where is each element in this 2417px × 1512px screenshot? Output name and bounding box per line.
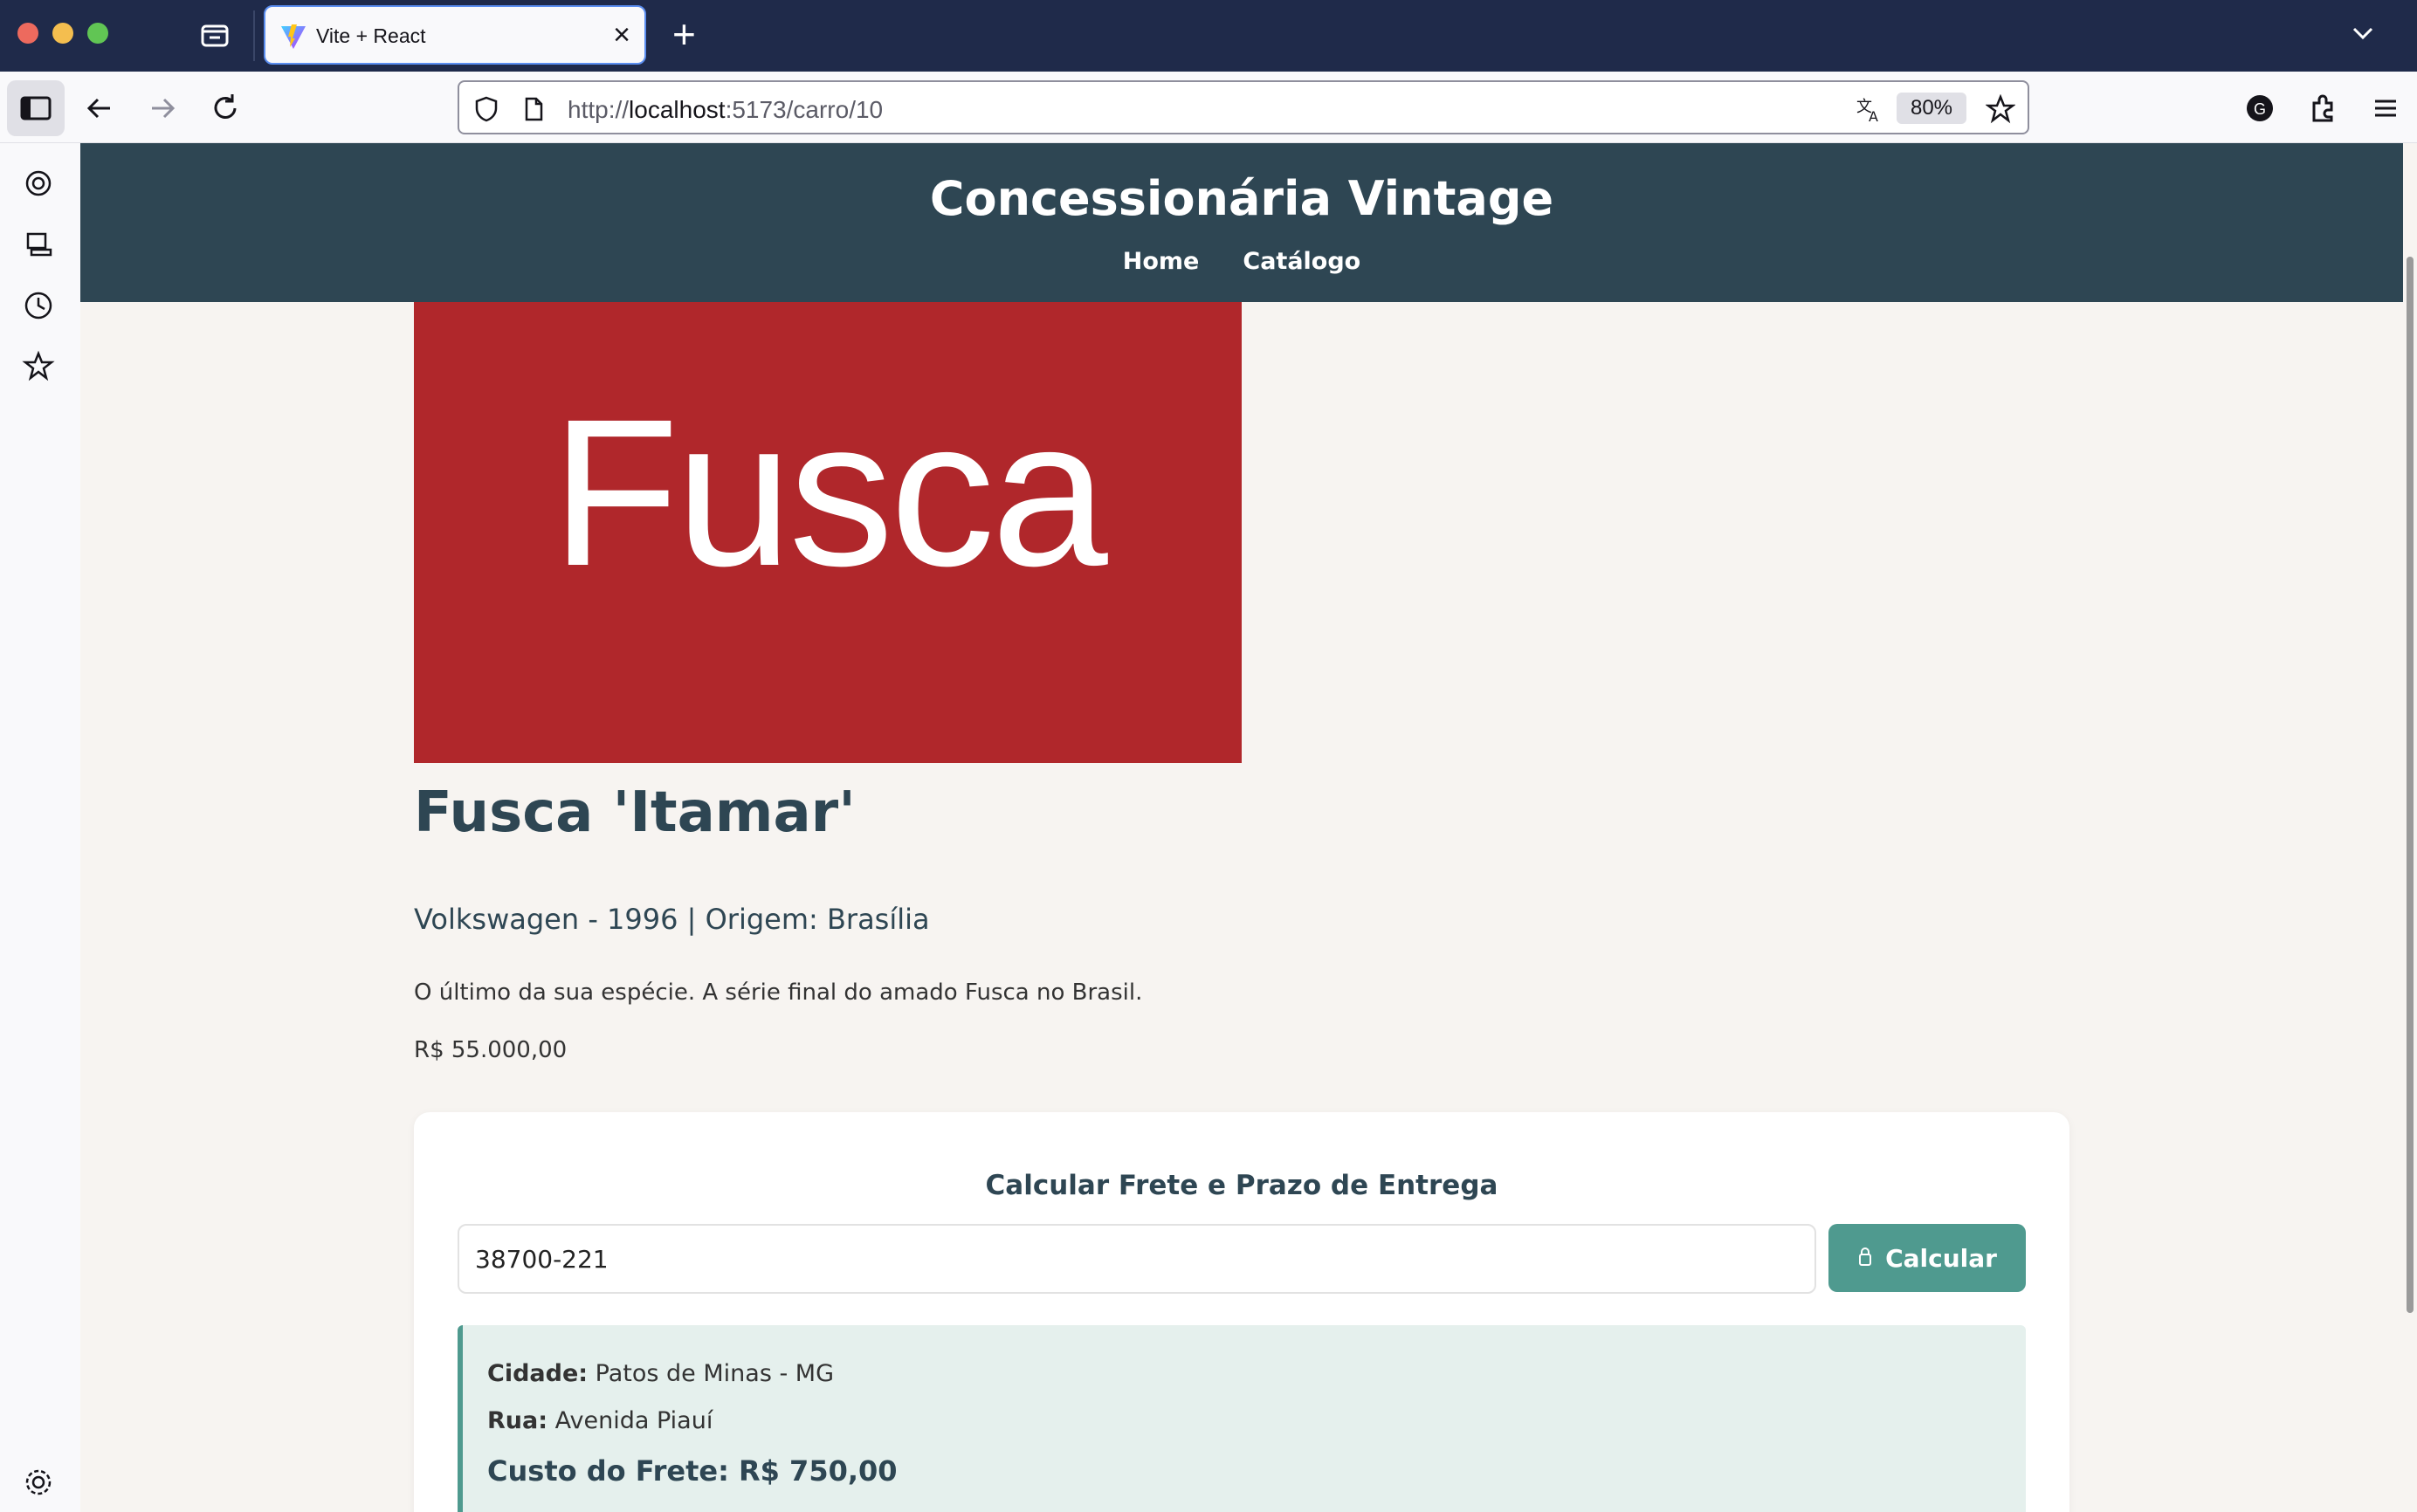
tab-title: Vite + React xyxy=(316,24,426,47)
frete-title: Calcular Frete e Prazo de Entrega xyxy=(985,1170,1498,1201)
car-image-label: Fusca xyxy=(551,375,1108,609)
account-icon[interactable]: G xyxy=(2241,89,2279,127)
calcular-button-label: Calcular xyxy=(1885,1243,1997,1273)
car-meta: Volkswagen - 1996 | Origem: Brasília xyxy=(414,903,930,936)
new-tab-icon[interactable]: + xyxy=(672,12,696,56)
bookmark-star-icon[interactable] xyxy=(1985,93,2016,124)
menu-icon[interactable] xyxy=(2366,89,2405,127)
vite-logo-icon xyxy=(279,23,307,51)
nav-link-catalogo[interactable]: Catálogo xyxy=(1243,248,1360,275)
car-name: Fusca 'Itamar' xyxy=(414,780,856,845)
site-nav: Home Catálogo xyxy=(80,248,2403,275)
svg-text:A: A xyxy=(1869,108,1878,124)
url-text[interactable]: http://localhost:5173/carro/10 xyxy=(568,96,883,124)
shield-icon[interactable] xyxy=(472,94,501,124)
site-title: Concessionária Vintage xyxy=(929,171,1554,226)
car-description: O último da sua espécie. A série final d… xyxy=(414,979,1143,1006)
frete-card: Calcular Frete e Prazo de Entrega Calcul… xyxy=(414,1112,2069,1512)
tab-bar: Vite + React × + xyxy=(0,0,2417,72)
synced-tabs-icon[interactable] xyxy=(21,227,56,262)
extensions-icon[interactable] xyxy=(2303,89,2342,127)
chevron-down-icon[interactable] xyxy=(2347,17,2379,49)
sidebar-panel xyxy=(0,143,80,1512)
web-page: Concessionária Vintage Home Catálogo Fus… xyxy=(80,143,2403,1512)
result-cost: Custo do Frete: R$ 750,00 xyxy=(487,1454,898,1488)
page-icon[interactable] xyxy=(519,94,548,124)
tab-overview-icon[interactable] xyxy=(197,17,232,52)
page-scrollbar[interactable] xyxy=(2403,143,2417,1512)
tab-close-icon[interactable]: × xyxy=(613,17,630,52)
ai-chatbot-icon[interactable] xyxy=(21,166,56,201)
translate-icon[interactable]: 文A xyxy=(1855,94,1884,125)
car-price: R$ 55.000,00 xyxy=(414,1037,568,1063)
result-street: Rua: Avenida Piauí xyxy=(487,1407,713,1434)
car-image: Fusca xyxy=(414,302,1242,763)
forward-arrow-icon[interactable] xyxy=(143,89,182,127)
bookmarks-star-icon[interactable] xyxy=(21,349,56,384)
cep-input[interactable] xyxy=(458,1224,1816,1294)
sidebar-toggle-icon[interactable] xyxy=(7,80,65,136)
nav-link-home[interactable]: Home xyxy=(1123,248,1200,275)
tab-separator xyxy=(253,10,255,61)
zoom-level-badge[interactable]: 80% xyxy=(1897,93,1966,124)
active-tab[interactable]: Vite + React × xyxy=(264,5,646,65)
result-city: Cidade: Patos de Minas - MG xyxy=(487,1360,835,1387)
calcular-button[interactable]: Calcular xyxy=(1828,1224,2026,1292)
frete-result: Cidade: Patos de Minas - MG Rua: Avenida… xyxy=(458,1325,2026,1512)
site-header: Concessionária Vintage Home Catálogo xyxy=(80,143,2403,302)
settings-gear-icon[interactable] xyxy=(21,1465,56,1500)
maximize-window-button[interactable] xyxy=(87,23,108,44)
url-bar[interactable]: http://localhost:5173/carro/10 文A 80% xyxy=(458,80,2029,134)
svg-text:G: G xyxy=(2254,100,2266,118)
minimize-window-button[interactable] xyxy=(52,23,73,44)
reload-icon[interactable] xyxy=(206,89,244,127)
close-window-button[interactable] xyxy=(17,23,38,44)
back-arrow-icon[interactable] xyxy=(80,89,119,127)
history-clock-icon[interactable] xyxy=(21,288,56,323)
scrollbar-thumb[interactable] xyxy=(2407,257,2414,1313)
lock-icon xyxy=(1857,1244,1873,1273)
